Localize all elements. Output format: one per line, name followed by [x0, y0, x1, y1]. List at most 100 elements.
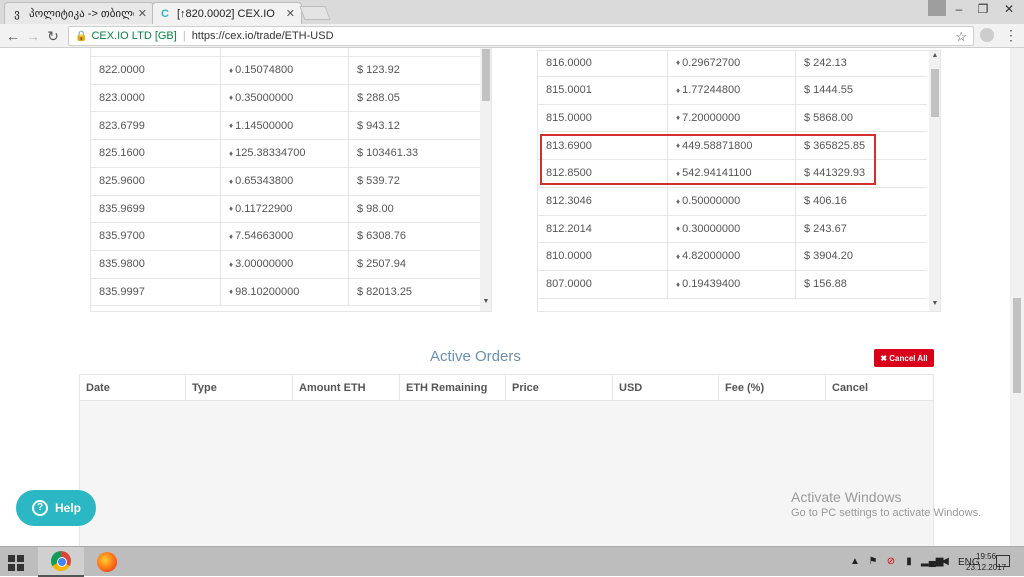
- chrome-icon: [51, 551, 71, 571]
- order-book-row[interactable]: 812.3046 ♦ 0.50000000 $ 406.16: [538, 187, 927, 216]
- maximize-button[interactable]: ❐: [970, 0, 996, 20]
- order-price-cell: 821.9997: [91, 48, 221, 56]
- close-icon[interactable]: ✕: [286, 7, 295, 20]
- order-book-row[interactable]: 816.0000 ♦ 0.29672700 $ 242.13: [538, 51, 927, 77]
- flag-icon[interactable]: ⚑: [867, 556, 879, 568]
- order-price-value: 822.0000: [99, 64, 145, 77]
- order-price-value: 835.9700: [99, 230, 145, 243]
- order-book-row[interactable]: 812.2014 ♦ 0.30000000 $ 243.67: [538, 215, 927, 244]
- tab-politics[interactable]: ვ პოლიტიკა -> თბილისი ✕: [4, 2, 154, 24]
- order-book-row[interactable]: 835.9699 ♦ 0.11722900 $ 98.00: [91, 195, 480, 224]
- bookmark-star-icon[interactable]: ☆: [955, 29, 967, 45]
- column-header[interactable]: Cancel: [826, 375, 933, 400]
- scroll-up-icon[interactable]: ▲: [929, 51, 940, 61]
- cancel-all-button[interactable]: ✖ Cancel All: [874, 349, 934, 367]
- column-header[interactable]: Date: [80, 375, 186, 400]
- help-button[interactable]: ? Help: [16, 490, 96, 526]
- network-icon[interactable]: ▂▄▆: [921, 556, 943, 568]
- notification-icon[interactable]: [996, 555, 1010, 567]
- order-total-cell: $ 82013.25: [349, 278, 479, 305]
- order-amount-cell: ♦ 125.38334700: [221, 139, 349, 167]
- profile-icon[interactable]: [928, 0, 946, 16]
- eth-icon: ♦: [676, 251, 681, 261]
- order-book-row[interactable]: 807.0000 ♦ 0.19439400 $ 156.88: [538, 270, 927, 299]
- column-header[interactable]: USD: [613, 375, 719, 400]
- secure-label: CEX.IO LTD [GB]: [91, 30, 177, 42]
- column-header[interactable]: ETH Remaining: [400, 375, 506, 400]
- scroll-down-icon[interactable]: ▼: [929, 299, 940, 309]
- order-book-row[interactable]: 810.0000 ♦ 4.82000000 $ 3904.20: [538, 242, 927, 271]
- order-book-row[interactable]: 815.0000 ♦ 7.20000000 $ 5868.00: [538, 104, 927, 133]
- order-book-row[interactable]: 823.6799 ♦ 1.14500000 $ 943.12: [91, 112, 480, 141]
- tab-cexio[interactable]: C [↑820.0002] CEX.IO ✕: [152, 2, 302, 24]
- order-book-row[interactable]: 835.9700 ♦ 7.54663000 $ 6308.76: [91, 222, 480, 251]
- close-icon[interactable]: ✕: [138, 7, 147, 20]
- order-book-row[interactable]: 821.9997 ♦0.20330800 $ 167.12: [91, 48, 480, 57]
- back-icon[interactable]: ←: [4, 27, 22, 45]
- order-total-cell: $ 539.72: [349, 168, 479, 195]
- firefox-taskbar-button[interactable]: [84, 547, 130, 577]
- eth-icon: ♦: [676, 58, 681, 67]
- minimize-button[interactable]: –: [946, 0, 972, 20]
- buy-book-scrollbar[interactable]: ▲ ▼: [929, 51, 940, 311]
- order-price-value: 835.9800: [99, 258, 145, 271]
- forward-icon[interactable]: →: [24, 27, 42, 45]
- no-sound-icon[interactable]: ⊘: [885, 556, 897, 568]
- system-tray: ▲ ⚑ ⊘ ▮ ▂▄▆ ◀ ENG: [846, 547, 980, 577]
- eth-icon: ♦: [229, 204, 234, 214]
- order-amount-value: 3.00000000: [235, 258, 294, 271]
- scroll-thumb[interactable]: [931, 69, 939, 117]
- order-total-value: $ 288.05: [357, 91, 400, 104]
- active-orders-table: Date Type Amount ETH ETH Remaining Price USD F…: [79, 374, 934, 546]
- scroll-thumb[interactable]: [482, 49, 490, 101]
- order-price-value: 825.9600: [99, 175, 145, 187]
- menu-icon[interactable]: ⋮: [1004, 27, 1018, 44]
- column-header[interactable]: Fee (%): [719, 375, 826, 400]
- order-total-cell: $ 943.12: [349, 112, 479, 139]
- battery-icon[interactable]: ▮: [903, 556, 915, 568]
- column-header[interactable]: Amount ETH: [293, 375, 400, 400]
- window-close-button[interactable]: ✕: [996, 0, 1022, 20]
- column-header[interactable]: Type: [186, 375, 293, 400]
- order-amount-cell: ♦ 98.10200000: [221, 278, 349, 306]
- order-book-row[interactable]: 823.0000 ♦ 0.35000000 $ 288.05: [91, 84, 480, 113]
- order-amount-value: 0.19439400: [682, 278, 741, 291]
- order-book-row[interactable]: 825.1600 ♦ 125.38334700 $ 103461.33: [91, 139, 480, 168]
- activate-windows-watermark: Activate Windows Go to PC settings to ac…: [791, 489, 981, 519]
- order-total-value: $ 156.88: [804, 278, 847, 291]
- chrome-taskbar-button[interactable]: [38, 547, 84, 577]
- eth-icon: ♦: [676, 113, 681, 123]
- eth-icon: ♦: [229, 176, 234, 186]
- reload-icon[interactable]: ↻: [44, 27, 62, 45]
- sell-book-scrollbar[interactable]: ▼: [480, 48, 491, 311]
- order-book-row[interactable]: 825.9600 ♦ 0.65343800 $ 539.72: [91, 167, 480, 196]
- order-price-value: 835.9699: [99, 202, 145, 215]
- url-input[interactable]: 🔒 CEX.IO LTD [GB] | https://cex.io/trade…: [68, 26, 974, 46]
- order-amount-value: 0.11722900: [235, 202, 293, 215]
- eth-icon: ♦: [676, 85, 681, 95]
- order-total-value: $ 406.16: [804, 195, 847, 207]
- address-bar: ← → ↻ 🔒 CEX.IO LTD [GB] | https://cex.io…: [0, 24, 1024, 48]
- page-scrollbar[interactable]: [1010, 48, 1024, 546]
- order-book-row[interactable]: 835.9997 ♦ 98.10200000 $ 82013.25: [91, 278, 480, 307]
- page-scroll-thumb[interactable]: [1013, 298, 1021, 393]
- page-content: 835.9997 ♦ 98.10200000 $ 82013.25 835.9800 ♦ 3…: [0, 48, 1024, 546]
- order-total-cell: $ 156.88: [796, 271, 926, 298]
- order-amount-cell: ♦0.20330800: [221, 48, 349, 56]
- scroll-down-icon[interactable]: ▼: [480, 297, 491, 307]
- order-total-value: $ 123.92: [357, 64, 400, 77]
- extension-icon[interactable]: [980, 28, 994, 42]
- order-book-row[interactable]: 835.9800 ♦ 3.00000000 $ 2507.94: [91, 250, 480, 279]
- question-icon: ?: [32, 500, 48, 516]
- volume-icon[interactable]: ◀: [939, 556, 951, 568]
- new-tab-button[interactable]: [299, 6, 331, 20]
- column-header[interactable]: Price: [506, 375, 613, 400]
- order-amount-value: 0.50000000: [682, 195, 741, 207]
- order-amount-value: 125.38334700: [235, 147, 306, 160]
- order-price-cell: 835.9997: [91, 278, 221, 306]
- order-amount-cell: ♦ 7.54663000: [221, 222, 349, 250]
- chevron-up-icon[interactable]: ▲: [849, 556, 861, 568]
- order-book-row[interactable]: 822.0000 ♦ 0.15074800 $ 123.92: [91, 56, 480, 85]
- windows-start-icon[interactable]: [8, 555, 24, 571]
- order-book-row[interactable]: 815.0001 ♦ 1.77244800 $ 1444.55: [538, 76, 927, 105]
